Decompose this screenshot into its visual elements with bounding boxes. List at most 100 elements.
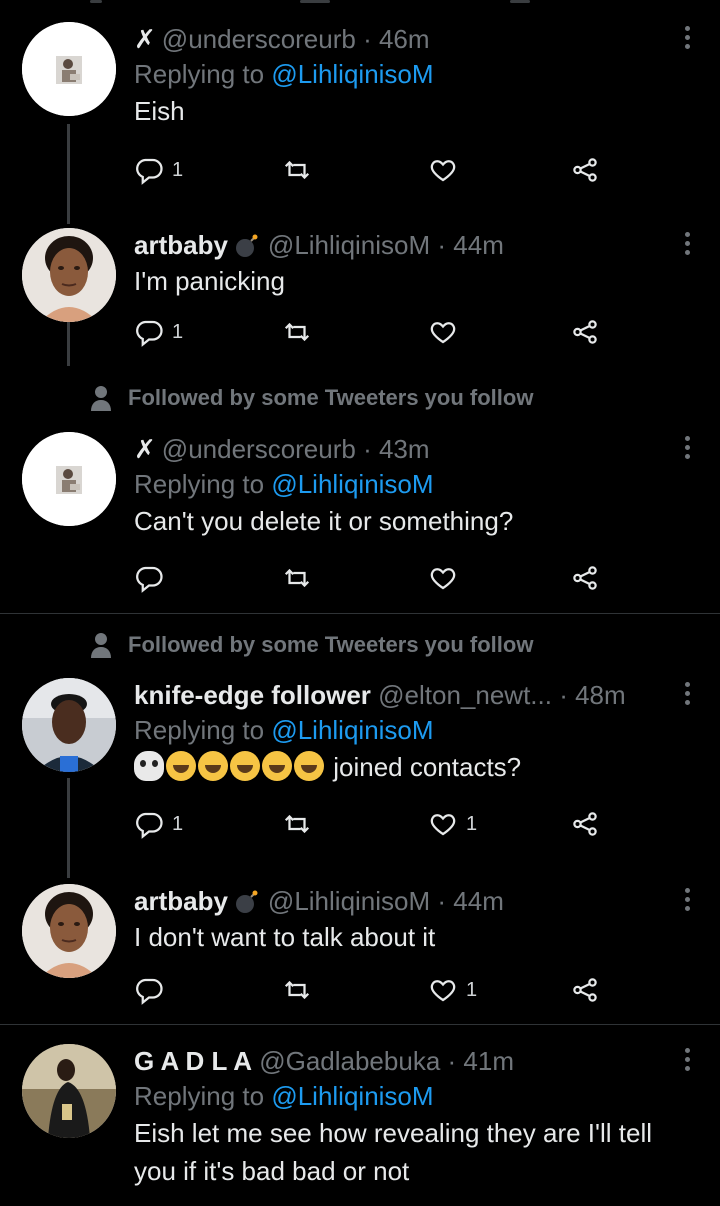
retweet-icon [284,814,310,834]
retweet-icon [284,160,310,180]
rofl-emoji-icon [294,751,324,781]
avatar[interactable] [22,228,116,322]
x-icon: ✗ [134,434,156,464]
social-context: Followed by some Tweeters you follow [90,630,533,660]
divider [0,1024,720,1025]
reply-icon [136,978,163,1005]
rofl-emoji-icon [262,751,292,781]
timestamp[interactable]: · 44m [437,230,503,260]
bomb-emoji-icon [235,234,258,257]
like-button[interactable] [428,560,458,596]
more-icon[interactable] [682,436,692,464]
reply-icon [136,812,163,839]
retweet-icon [284,568,310,588]
tweet-header: artbaby @LihliqinisoM · 44m [134,884,690,918]
bomb-emoji-icon [235,890,258,913]
user-handle[interactable]: @elton_newt... [378,680,552,710]
more-icon[interactable] [682,1048,692,1076]
x-icon: ✗ [134,24,156,54]
reply-button[interactable]: 1 [134,152,183,188]
timestamp[interactable]: · 41m [448,1046,514,1076]
reply-button[interactable] [134,560,164,596]
avatar[interactable] [22,1044,116,1138]
share-icon [573,978,597,1002]
tweet-header: artbaby @LihliqinisoM · 44m [134,228,690,262]
reply-button[interactable]: 1 [134,806,183,842]
heart-icon [430,322,456,344]
tweet-text: Eish [134,96,185,126]
like-button[interactable]: 1 [428,972,477,1008]
mention-link[interactable]: @LihliqinisoM [271,715,433,745]
reply-icon [136,566,163,593]
heart-icon [430,980,456,1002]
divider [0,613,720,614]
reply-button[interactable]: 1 [134,314,183,350]
replying-to: Replying to @LihliqinisoM [134,59,434,89]
display-name[interactable]: artbaby [134,230,228,260]
tweet-actions: 1 [134,152,614,188]
display-name[interactable]: artbaby [134,886,228,916]
user-handle[interactable]: @Gadlabebuka [259,1046,440,1076]
reply-icon [136,320,163,347]
share-button[interactable] [570,560,600,596]
share-button[interactable] [570,314,600,350]
share-icon [573,320,597,344]
avatar[interactable] [22,884,116,978]
share-button[interactable] [570,806,600,842]
share-button[interactable] [570,152,600,188]
timestamp[interactable]: · 48m [559,680,625,710]
more-icon[interactable] [682,682,692,710]
timestamp[interactable]: · 44m [437,886,503,916]
share-button[interactable] [570,972,600,1008]
retweet-button[interactable] [282,972,312,1008]
share-icon [573,566,597,590]
more-icon[interactable] [682,232,692,260]
retweet-button[interactable] [282,806,312,842]
mention-link[interactable]: @LihliqinisoM [271,59,433,89]
reply-button[interactable] [134,972,164,1008]
mention-link[interactable]: @LihliqinisoM [271,1081,433,1111]
retweet-button[interactable] [282,152,312,188]
user-handle[interactable]: @LihliqinisoM [268,886,430,916]
like-button[interactable] [428,152,458,188]
like-count: 1 [466,812,478,835]
reply-thread: ✗ @underscoreurb · 46m Replying to @Lihli… [0,0,720,1206]
tweet-header: ✗ @underscoreurb · 46m [134,22,690,56]
mention-link[interactable]: @LihliqinisoM [271,469,433,499]
display-name[interactable]: knife-edge follower [134,680,371,710]
retweet-button[interactable] [282,314,312,350]
retweet-button[interactable] [282,560,312,596]
thread-line [67,778,70,878]
retweet-icon [284,980,310,1000]
user-handle[interactable]: @underscoreurb [162,434,356,464]
tweet-text-body: joined contacts? [333,752,522,782]
rofl-emoji-icon [198,751,228,781]
like-button[interactable] [428,314,458,350]
timestamp[interactable]: · 46m [363,24,429,54]
tweet-header: ✗ @underscoreurb · 43m [134,432,690,466]
heart-icon [430,568,456,590]
reply-count: 1 [172,158,184,181]
replying-to: Replying to @LihliqinisoM [134,1081,434,1111]
tweet-text: I'm panicking [134,266,285,296]
tweet-actions: 1 [134,314,614,350]
more-icon[interactable] [682,888,692,916]
more-icon[interactable] [682,26,692,54]
timestamp[interactable]: · 43m [363,434,429,464]
like-button[interactable]: 1 [428,806,477,842]
like-count: 1 [466,978,478,1001]
reply-count: 1 [172,812,184,835]
heart-icon [430,160,456,182]
display-name[interactable]: G A D L A [134,1046,252,1076]
user-handle[interactable]: @underscoreurb [162,24,356,54]
heart-icon [430,814,456,836]
avatar[interactable] [22,678,116,772]
share-icon [573,158,597,182]
reply-count: 1 [172,320,184,343]
thread-line [67,124,70,224]
tweet-text: I don't want to talk about it [134,922,436,952]
tweet-text: Eish let me see how revealing they are I… [134,1118,652,1186]
avatar[interactable] [22,432,116,526]
avatar[interactable] [22,22,116,116]
user-handle[interactable]: @LihliqinisoM [268,230,430,260]
